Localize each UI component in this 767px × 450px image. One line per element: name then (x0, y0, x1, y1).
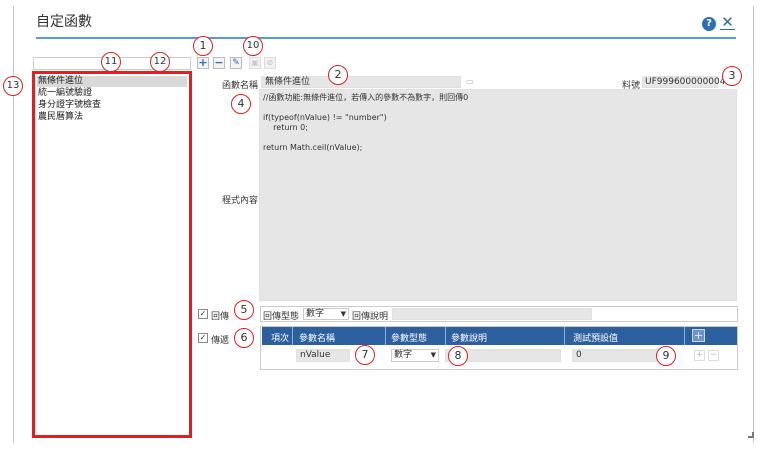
return-type-value: 數字 (306, 309, 325, 319)
chevron-down-icon: ▼ (340, 310, 346, 318)
column-divider (292, 327, 293, 345)
code-label: 程式內容 (221, 196, 258, 206)
edit-button[interactable]: ✎ (230, 57, 242, 69)
callout-7: 7 (355, 345, 375, 365)
list-item[interactable]: 身分證字號檢查 (37, 100, 187, 111)
callout-4: 4 (231, 94, 251, 114)
return-type-select[interactable]: 數字 ▼ (303, 308, 349, 320)
close-icon[interactable]: ✕ (720, 15, 735, 30)
column-divider (385, 327, 386, 345)
callout-5: 5 (234, 300, 254, 320)
column-header-name: 參數名稱 (299, 334, 336, 344)
cancel-button[interactable]: ⊘ (264, 57, 276, 69)
params-checkbox-label: 傳遞 (211, 336, 230, 346)
return-checkbox-label: 回傳 (211, 312, 230, 322)
list-item[interactable]: 農民曆算法 (37, 112, 187, 123)
return-type-label: 回傳型態 (263, 312, 300, 322)
callout-6: 6 (234, 328, 254, 348)
return-desc-label: 回傳說明 (352, 312, 389, 322)
window-title: 自定函數 (36, 14, 92, 30)
remove-row-button[interactable]: − (708, 350, 719, 361)
chevron-down-icon: ▼ (430, 351, 436, 359)
add-button[interactable]: + (197, 57, 209, 69)
param-name-field[interactable]: nValue (296, 349, 350, 362)
lookup-icon[interactable]: ▭ (466, 77, 476, 87)
column-divider (445, 327, 446, 345)
save-button[interactable]: ▣ (249, 57, 261, 69)
add-row-button[interactable]: + (694, 350, 705, 361)
remove-button[interactable]: − (213, 57, 225, 69)
column-divider (564, 327, 565, 345)
list-item[interactable]: 統一編號驗證 (37, 88, 187, 99)
callout-8: 8 (448, 346, 468, 366)
column-header-index: 項次 (271, 334, 290, 344)
param-type-select[interactable]: 數字 ▼ (391, 349, 439, 362)
function-name-label: 函數名稱 (221, 81, 258, 91)
help-icon[interactable]: ? (702, 17, 716, 31)
function-list: 無條件進位 統一編號驗證 身分證字號檢查 農民曆算法 (32, 71, 192, 438)
function-name-field[interactable]: 無條件進位 (261, 76, 461, 88)
column-header-default: 測試預設值 (573, 334, 619, 344)
param-type-value: 數字 (394, 350, 413, 360)
item-number-field[interactable]: UF999600000004 (642, 76, 725, 88)
callout-3: 3 (722, 66, 742, 86)
add-param-button[interactable]: + (692, 329, 705, 342)
callout-9: 9 (656, 346, 676, 366)
callout-12: 12 (150, 52, 170, 72)
callout-2: 2 (328, 65, 348, 85)
return-checkbox[interactable]: ✓ (198, 309, 208, 319)
column-header-desc: 參數說明 (451, 334, 488, 344)
callout-13: 13 (3, 76, 23, 96)
params-checkbox[interactable]: ✓ (198, 333, 208, 343)
column-divider (684, 327, 685, 345)
code-editor[interactable]: //函數功能:無條件進位，若傳入的參數不為數字，則回傳0 if(typeof(n… (259, 89, 737, 301)
callout-10: 10 (243, 36, 263, 56)
list-item[interactable]: 無條件進位 (37, 76, 187, 87)
title-divider (36, 37, 736, 39)
return-desc-field[interactable] (392, 308, 592, 320)
resize-handle[interactable] (748, 432, 754, 438)
column-header-type: 參數型態 (391, 334, 428, 344)
callout-11: 11 (101, 52, 121, 72)
callout-1: 1 (193, 36, 213, 56)
